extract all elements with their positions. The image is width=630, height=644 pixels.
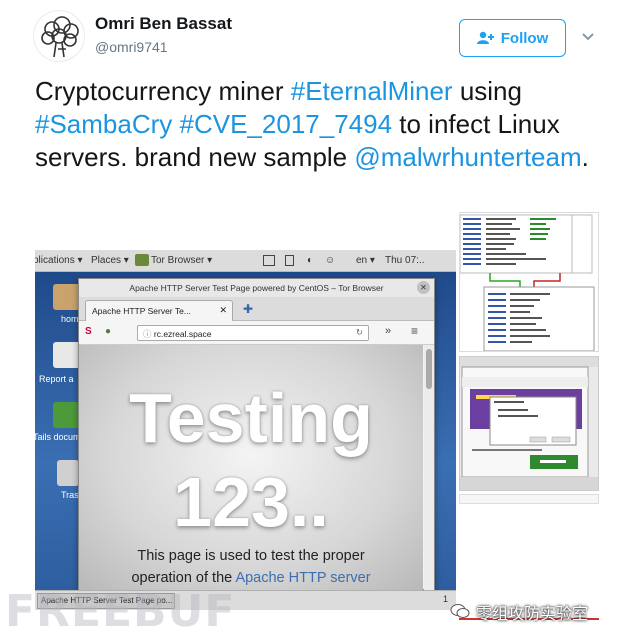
window-title: Apache HTTP Server Test Page powered by … xyxy=(79,279,434,297)
tweet-text-part xyxy=(172,109,179,139)
reload-icon: ↻ xyxy=(355,327,363,337)
url-bar: ⓘ rc.ezreal.space ↻ xyxy=(137,325,369,341)
mention-malwrhunterteam[interactable]: @malwrhunterteam xyxy=(354,142,581,172)
overflow-icon: » xyxy=(385,325,392,337)
tweet-text-part: Cryptocurrency miner xyxy=(35,76,291,106)
lab-watermark: 零组攻防实验室 xyxy=(476,604,589,623)
browser-tab: Apache HTTP Server Te... ✕ xyxy=(85,300,233,321)
tor-onion-icon xyxy=(135,254,149,266)
testing-heading: Testing xyxy=(129,379,373,457)
author-name[interactable]: Omri Ben Bassat xyxy=(95,14,232,34)
page-content: Testing 123.. This page is used to test … xyxy=(79,345,423,590)
workspace-indicator: 1 xyxy=(442,594,448,604)
tweet-image-tor-check[interactable] xyxy=(459,356,599,491)
tweet-image-disassembly[interactable] xyxy=(459,212,599,352)
tor-check-screenshot-icon xyxy=(460,357,598,490)
wechat-icon xyxy=(450,604,470,618)
tweet-card: Omri Ben Bassat @omri9741 Follow Cryptoc… xyxy=(0,0,630,644)
tab-close-icon: ✕ xyxy=(219,305,227,315)
trash-icon xyxy=(57,460,79,486)
tweet-image-strip xyxy=(459,494,599,504)
tweet-image-main[interactable]: plications ▾ Places ▾ Tor Browser ▾ ◐ ☺ … xyxy=(35,250,456,610)
tor-button-icon: ● xyxy=(105,326,112,337)
applications-menu: plications ▾ xyxy=(35,255,83,266)
follow-button[interactable]: Follow xyxy=(459,19,566,57)
close-icon: ✕ xyxy=(417,281,430,294)
info-icon: ⓘ xyxy=(143,329,154,339)
gnome-top-bar: plications ▾ Places ▾ Tor Browser ▾ ◐ ☺ … xyxy=(35,250,456,272)
chevron-down-icon[interactable] xyxy=(581,30,595,44)
nav-bar: S ● ⓘ rc.ezreal.space ↻ » ≡ xyxy=(79,321,434,345)
scrollbar-thumb xyxy=(426,349,432,389)
browser-window: Apache HTTP Server Test Page powered by … xyxy=(78,278,435,590)
clock: Thu 07:.. xyxy=(385,255,425,266)
hashtag-eternalminer[interactable]: #EternalMiner xyxy=(291,76,453,106)
body-text: operation of the xyxy=(131,570,236,586)
add-user-icon xyxy=(476,31,494,44)
hashtag-sambacry[interactable]: #SambaCry xyxy=(35,109,172,139)
freebuf-watermark: FREEBUF xyxy=(5,586,236,637)
tab-bar: Apache HTTP Server Te... ✕ ✚ xyxy=(79,297,434,321)
places-menu: Places ▾ xyxy=(91,255,129,266)
url-text: rc.ezreal.space xyxy=(153,329,212,339)
author-handle[interactable]: @omri9741 xyxy=(95,39,168,55)
body-line: This page is used to test the proper xyxy=(137,548,365,564)
tweet-text-part: using xyxy=(452,76,522,106)
hashtag-cve[interactable]: #CVE_2017_7494 xyxy=(180,109,393,139)
scrollbar xyxy=(424,345,434,590)
clipboard-icon xyxy=(285,255,294,266)
avatar-cloud-icon xyxy=(41,16,79,58)
tab-label: Apache HTTP Server Te... xyxy=(92,306,191,316)
apache-link: Apache HTTP server xyxy=(235,570,371,586)
security-slider-icon: S xyxy=(85,326,92,337)
onion-icon: ◐ xyxy=(307,255,314,266)
new-tab-icon: ✚ xyxy=(243,302,254,316)
desktop-icon-label: Report a xyxy=(39,374,74,384)
testing-number: 123.. xyxy=(173,463,329,541)
keyboard-icon xyxy=(263,255,275,266)
tweet-text: Cryptocurrency miner #EternalMiner using… xyxy=(35,75,615,174)
menu-icon: ≡ xyxy=(411,324,419,338)
language-indicator: en ▾ xyxy=(356,255,375,266)
tor-browser-menu: Tor Browser ▾ xyxy=(151,255,213,266)
tweet-text-part: . xyxy=(581,142,589,172)
follow-label: Follow xyxy=(500,29,549,47)
desktop-icon-label: Tras xyxy=(61,490,79,500)
avatar[interactable] xyxy=(33,10,85,62)
desktop-icon-label: hom xyxy=(61,314,79,324)
desktop-icon-label: Tails docum xyxy=(35,432,81,442)
accessibility-icon: ☺ xyxy=(325,255,336,266)
disassembly-graph-icon xyxy=(460,214,595,351)
